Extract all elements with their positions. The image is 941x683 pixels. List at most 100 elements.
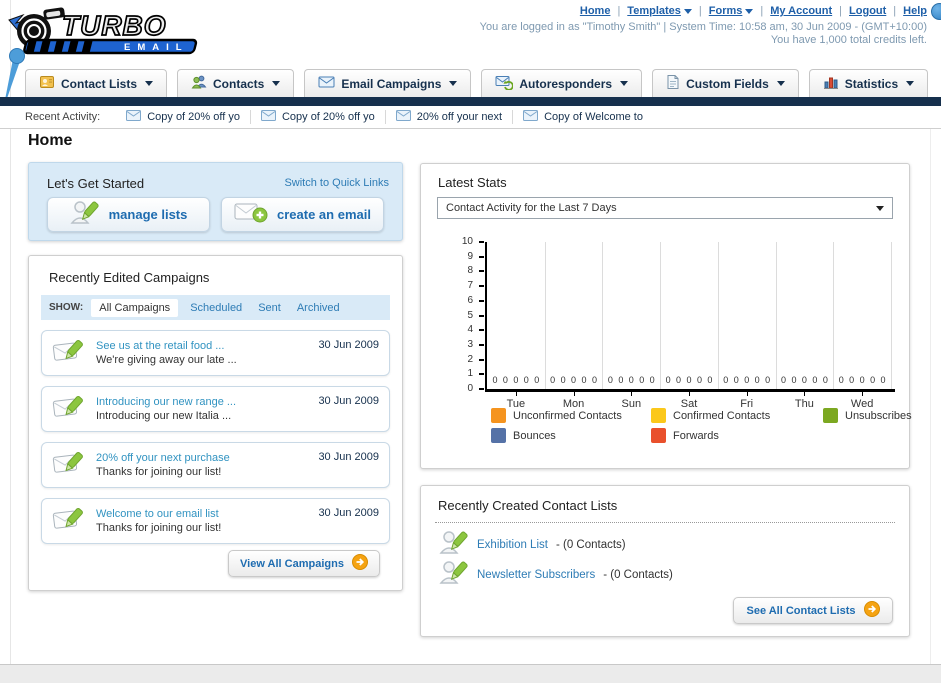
help-bubble-icon[interactable]: [931, 3, 941, 20]
campaign-title-link[interactable]: Welcome to our email list: [96, 508, 318, 520]
data-value-label: 0: [733, 375, 739, 385]
campaign-list: See us at the retail food ... We're givin…: [41, 330, 390, 554]
person-pencil-icon: [70, 199, 100, 230]
filter-scheduled[interactable]: Scheduled: [190, 302, 242, 314]
data-value-label: 0: [812, 375, 818, 385]
y-axis-tick-label: 0: [467, 383, 473, 394]
top-link-help[interactable]: Help: [903, 5, 927, 17]
chevron-down-icon: [683, 8, 692, 14]
contact-list-item[interactable]: Exhibition List - (0 Contacts): [439, 530, 673, 560]
y-axis-tick: [479, 270, 484, 273]
envelope-pencil-icon: [52, 504, 86, 539]
zero-value-row: 00000: [660, 375, 718, 385]
top-link-my-account[interactable]: My Account: [770, 5, 832, 17]
campaign-card[interactable]: 20% off your next purchase Thanks for joi…: [41, 442, 390, 488]
tab-label: Custom Fields: [686, 76, 769, 91]
link-separator: |: [893, 5, 897, 17]
recent-activity-item[interactable]: Copy of 20% off yo: [251, 110, 386, 124]
contact-list-count: - (0 Contacts): [555, 539, 626, 551]
data-value-label: 0: [707, 375, 713, 385]
view-all-campaigns-label: View All Campaigns: [240, 557, 344, 570]
recent-activity-item[interactable]: Copy of 20% off yo: [116, 110, 251, 124]
contact-list-item[interactable]: Newsletter Subscribers - (0 Contacts): [439, 560, 673, 590]
contact-list-name-link[interactable]: Exhibition List: [477, 539, 548, 551]
y-axis-tick: [479, 388, 484, 390]
y-axis-tick: [479, 241, 484, 243]
y-axis-tick-label: 5: [467, 309, 473, 321]
create-email-button[interactable]: create an email: [221, 197, 384, 232]
tab-label: Email Campaigns: [341, 76, 442, 91]
campaign-date: 30 Jun 2009: [318, 507, 379, 519]
zero-value-row: 00000: [602, 375, 660, 385]
data-value-label: 0: [523, 375, 529, 385]
stats-period-dropdown[interactable]: Contact Activity for the Last 7 Days: [437, 197, 893, 219]
manage-lists-button[interactable]: manage lists: [47, 197, 210, 232]
top-link-home[interactable]: Home: [580, 5, 611, 17]
chevron-down-icon: [906, 81, 915, 86]
campaign-date: 30 Jun 2009: [318, 451, 379, 463]
switch-to-quick-links-link[interactable]: Switch to Quick Links: [284, 177, 389, 189]
campaign-card[interactable]: See us at the retail food ... We're givin…: [41, 330, 390, 376]
legend-label: Bounces: [513, 429, 556, 442]
tab-contacts[interactable]: Contacts: [177, 69, 295, 97]
envelope-icon: [260, 110, 276, 124]
tab-statistics[interactable]: Statistics: [808, 69, 929, 97]
y-axis-tick: [479, 285, 484, 288]
y-axis-tick: [479, 299, 484, 302]
filter-all-campaigns[interactable]: All Campaigns: [91, 298, 179, 317]
y-axis-tick: [479, 373, 484, 376]
see-all-contact-lists-button[interactable]: See All Contact Lists: [733, 597, 893, 624]
chart-legend: Unconfirmed Contacts Confirmed Contacts Un…: [491, 408, 912, 443]
data-value-label: 0: [754, 375, 760, 385]
tab-email-campaigns[interactable]: Email Campaigns: [304, 69, 472, 97]
y-axis-tick-label: 4: [467, 324, 473, 336]
y-axis-tick: [479, 314, 484, 317]
turbo-email-logo[interactable]: TURBO EMAIL: [6, 3, 241, 61]
legend-swatch: [823, 408, 838, 423]
data-value-label: 0: [581, 375, 587, 385]
tab-label: Autoresponders: [519, 76, 613, 91]
campaign-title-link[interactable]: See us at the retail food ...: [96, 340, 318, 352]
campaign-title-link[interactable]: 20% off your next purchase: [96, 452, 318, 464]
svg-text:EMAIL: EMAIL: [124, 42, 189, 53]
chevron-down-icon: [145, 81, 154, 86]
tab-label: Contacts: [213, 76, 265, 91]
chevron-down-icon: [776, 81, 785, 86]
svg-text:TURBO: TURBO: [62, 10, 167, 41]
y-axis-tick: [479, 358, 484, 361]
filter-archived[interactable]: Archived: [297, 302, 340, 314]
show-label: SHOW:: [49, 302, 84, 313]
tab-custom-fields[interactable]: Custom Fields: [652, 69, 799, 97]
campaign-text: See us at the retail food ... We're givin…: [96, 340, 318, 366]
link-separator: |: [760, 5, 764, 17]
data-value-label: 0: [665, 375, 671, 385]
campaign-card[interactable]: Introducing our new range ... Introducing…: [41, 386, 390, 432]
chevron-down-icon: [620, 81, 629, 86]
x-axis-tick: [862, 392, 864, 396]
campaign-subtitle: Thanks for joining our list!: [96, 522, 222, 534]
y-axis-tick-label: 2: [467, 353, 473, 365]
top-link-logout[interactable]: Logout: [849, 5, 886, 17]
recently-edited-campaigns-panel: Recently Edited Campaigns SHOW: All Camp…: [28, 255, 403, 591]
x-axis-tick: [631, 392, 633, 396]
contact-list-name-link[interactable]: Newsletter Subscribers: [477, 569, 595, 581]
data-value-label: 0: [618, 375, 624, 385]
data-value-label: 0: [502, 375, 508, 385]
campaign-title-link[interactable]: Introducing our new range ...: [96, 396, 318, 408]
tab-contact-lists[interactable]: Contact Lists: [25, 69, 168, 97]
filter-sent[interactable]: Sent: [258, 302, 281, 314]
top-link-templates[interactable]: Templates: [627, 5, 692, 17]
top-link-forms[interactable]: Forms: [709, 5, 754, 17]
campaign-card[interactable]: Welcome to our email list Thanks for join…: [41, 498, 390, 544]
contact-activity-chart: 0 1 2 3 4 5 6 7 8 9 10 0 0 0 0 0 Tue 0 0 0 0 0 Mon 0 0 0 0 0 Sun 0 0 0 0…: [433, 234, 899, 410]
view-all-campaigns-button[interactable]: View All Campaigns: [228, 550, 380, 577]
recent-activity-item[interactable]: Copy of Welcome to: [513, 110, 653, 124]
gridline: [833, 242, 835, 389]
person-pencil-icon: [439, 529, 469, 562]
zero-value-row: 00000: [545, 375, 603, 385]
y-axis-tick-label: 3: [467, 338, 473, 350]
campaign-subtitle: Thanks for joining our list!: [96, 466, 222, 478]
tab-autoresponders[interactable]: Autoresponders: [481, 69, 643, 97]
recent-activity-item[interactable]: 20% off your next: [386, 110, 514, 124]
data-value-label: 0: [513, 375, 519, 385]
